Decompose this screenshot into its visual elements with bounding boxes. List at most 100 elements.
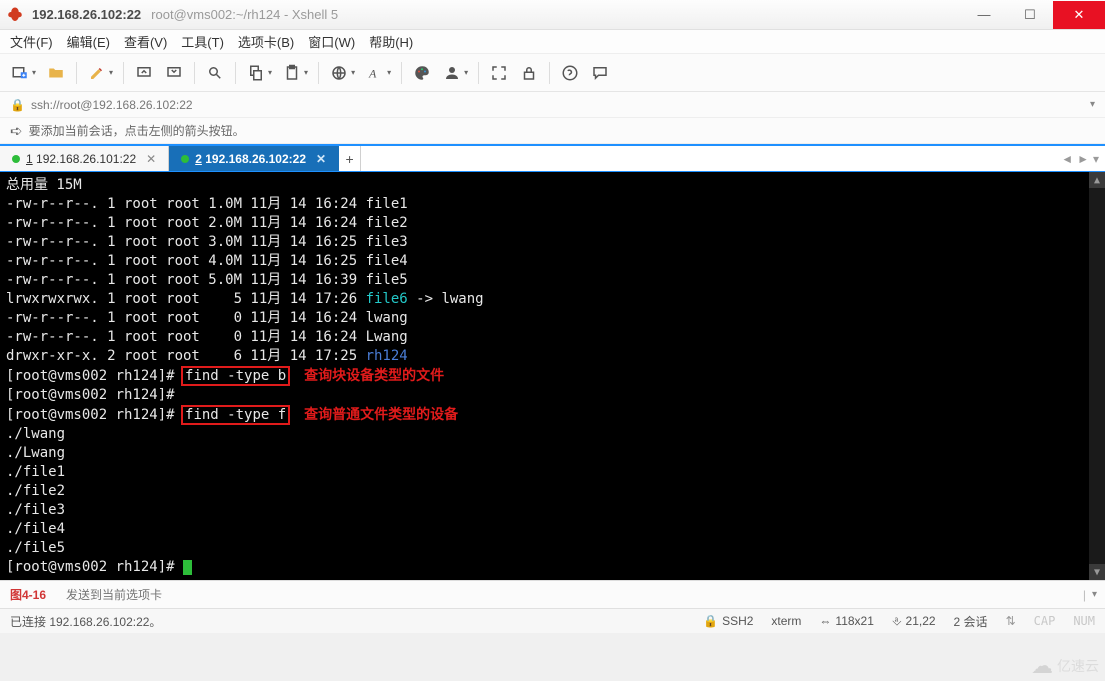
terminal-line: lrwxrwxrwx. 1 root root 5 11月 14 17:26 f…	[6, 290, 1099, 309]
toolbar-separator	[235, 62, 236, 84]
hint-arrow-icon[interactable]: ➪	[10, 122, 23, 140]
terminal-line: ./file3	[6, 501, 1099, 520]
composer-dropdown-icon[interactable]: ▾	[1092, 589, 1097, 600]
terminal-line: -rw-r--r--. 1 root root 1.0M 11月 14 16:2…	[6, 195, 1099, 214]
address-url[interactable]: ssh://root@192.168.26.102:22	[31, 98, 193, 112]
status-sessions: 2 会话	[954, 613, 988, 630]
hint-text: 要添加当前会话，点击左侧的箭头按钮。	[29, 122, 245, 139]
highlight-command-2: find -type f	[181, 405, 290, 425]
terminal-line: -rw-r--r--. 1 root root 0 11月 14 16:24 l…	[6, 309, 1099, 328]
watermark: ☁ 亿速云	[1031, 655, 1099, 677]
terminal-line: -rw-r--r--. 1 root root 4.0M 11月 14 16:2…	[6, 252, 1099, 271]
menu-edit[interactable]: 编辑(E)	[67, 32, 110, 51]
status-updown-icon[interactable]: ⇅	[1006, 614, 1016, 628]
user-icon[interactable]	[438, 59, 466, 87]
palette-icon[interactable]	[408, 59, 436, 87]
edit-icon[interactable]	[83, 59, 111, 87]
title-bar: 192.168.26.102:22 root@vms002:~/rh124 - …	[0, 0, 1105, 30]
toolbar-separator	[549, 62, 550, 84]
help-icon[interactable]	[556, 59, 584, 87]
hint-bar: ➪ 要添加当前会话，点击左侧的箭头按钮。	[0, 118, 1105, 144]
open-icon[interactable]	[42, 59, 70, 87]
status-bar: 已连接 192.168.26.102:22。 🔒 SSH2 xterm ⇔ 11…	[0, 608, 1105, 633]
dropdown-caret-icon[interactable]: ▾	[304, 68, 308, 77]
tab-session-1[interactable]: 1 192.168.26.101:22 ✕	[0, 146, 169, 171]
status-dot-icon	[181, 155, 189, 163]
address-dropdown-icon[interactable]: ▾	[1090, 99, 1095, 110]
tab-close-icon[interactable]: ✕	[146, 152, 156, 166]
menu-window[interactable]: 窗口(W)	[308, 32, 355, 51]
tab-label: 1 192.168.26.101:22	[26, 152, 136, 166]
tab-next-icon[interactable]: ►	[1077, 152, 1089, 166]
menu-help[interactable]: 帮助(H)	[369, 32, 413, 51]
new-window-icon[interactable]	[6, 59, 34, 87]
title-subtitle: root@vms002:~/rh124 - Xshell 5	[151, 7, 338, 22]
chat-icon[interactable]	[586, 59, 614, 87]
dropdown-caret-icon[interactable]: ▾	[387, 68, 391, 77]
paste-icon[interactable]	[278, 59, 306, 87]
watermark-text: 亿速云	[1057, 656, 1099, 676]
close-button[interactable]: ✕	[1053, 1, 1105, 29]
disconnect-icon[interactable]	[160, 59, 188, 87]
status-caps: CAP	[1034, 614, 1056, 628]
scroll-track[interactable]	[1089, 188, 1105, 564]
dropdown-caret-icon[interactable]: ▾	[464, 68, 468, 77]
highlight-command-1: find -type b	[181, 366, 290, 386]
toolbar-separator	[123, 62, 124, 84]
symlink-name: file6	[366, 291, 408, 307]
svg-text:A: A	[368, 66, 377, 80]
tab-session-2[interactable]: 2 192.168.26.102:22 ✕	[169, 146, 339, 171]
terminal-line: ./lwang	[6, 425, 1099, 444]
terminal[interactable]: 总用量 15M -rw-r--r--. 1 root root 1.0M 11月…	[0, 172, 1105, 580]
font-icon[interactable]: A	[361, 59, 389, 87]
menu-view[interactable]: 查看(V)	[124, 32, 167, 51]
reconnect-icon[interactable]	[130, 59, 158, 87]
address-bar: 🔒 ssh://root@192.168.26.102:22 ▾	[0, 92, 1105, 118]
globe-icon[interactable]	[325, 59, 353, 87]
toolbar-separator	[194, 62, 195, 84]
scroll-down-icon[interactable]: ▼	[1089, 564, 1105, 580]
tab-prev-icon[interactable]: ◄	[1061, 152, 1073, 166]
dir-name: rh124	[366, 348, 408, 364]
dropdown-caret-icon[interactable]: ▾	[268, 68, 272, 77]
dropdown-caret-icon[interactable]: ▾	[109, 68, 113, 77]
toolbar-separator	[76, 62, 77, 84]
annotation-2: 查询普通文件类型的设备	[304, 406, 458, 422]
cloud-icon: ☁	[1031, 655, 1053, 677]
dropdown-caret-icon[interactable]: ▾	[351, 68, 355, 77]
lock-icon[interactable]	[515, 59, 543, 87]
tab-menu-icon[interactable]: ▾	[1093, 152, 1099, 166]
toolbar: ▾ ▾ ▾ ▾ ▾ A ▾ ▾	[0, 54, 1105, 92]
terminal-line: ./file4	[6, 520, 1099, 539]
tab-close-icon[interactable]: ✕	[316, 152, 326, 166]
scroll-up-icon[interactable]: ▲	[1089, 172, 1105, 188]
terminal-line: -rw-r--r--. 1 root root 0 11月 14 16:24 L…	[6, 328, 1099, 347]
menu-tabs[interactable]: 选项卡(B)	[238, 32, 294, 51]
add-tab-button[interactable]: +	[339, 146, 361, 171]
menu-tools[interactable]: 工具(T)	[181, 32, 224, 51]
toolbar-separator	[478, 62, 479, 84]
status-ssh: 🔒 SSH2	[703, 614, 753, 628]
status-dot-icon	[12, 155, 20, 163]
annotation-1: 查询块设备类型的文件	[304, 367, 444, 383]
dropdown-caret-icon[interactable]: ▾	[32, 68, 36, 77]
menu-file[interactable]: 文件(F)	[10, 32, 53, 51]
fullscreen-icon[interactable]	[485, 59, 513, 87]
composer-separator: |	[1083, 588, 1086, 602]
terminal-line: ./file1	[6, 463, 1099, 482]
status-num: NUM	[1073, 614, 1095, 628]
tab-label: 2 192.168.26.102:22	[195, 152, 306, 166]
terminal-scrollbar[interactable]: ▲ ▼	[1089, 172, 1105, 580]
toolbar-separator	[318, 62, 319, 84]
composer-input[interactable]	[66, 588, 1077, 602]
find-icon[interactable]	[201, 59, 229, 87]
terminal-line: -rw-r--r--. 1 root root 5.0M 11月 14 16:3…	[6, 271, 1099, 290]
copy-icon[interactable]	[242, 59, 270, 87]
composer-bar: 图4-16 | ▾	[0, 580, 1105, 608]
tab-nav-end: ◄ ► ▾	[1055, 146, 1105, 171]
tab-strip: 1 192.168.26.101:22 ✕ 2 192.168.26.102:2…	[0, 144, 1105, 172]
minimize-button[interactable]: —	[961, 1, 1007, 29]
maximize-button[interactable]: ☐	[1007, 1, 1053, 29]
title-host: 192.168.26.102:22	[32, 7, 141, 22]
status-cursor: ⎀ 21,22	[892, 614, 936, 629]
